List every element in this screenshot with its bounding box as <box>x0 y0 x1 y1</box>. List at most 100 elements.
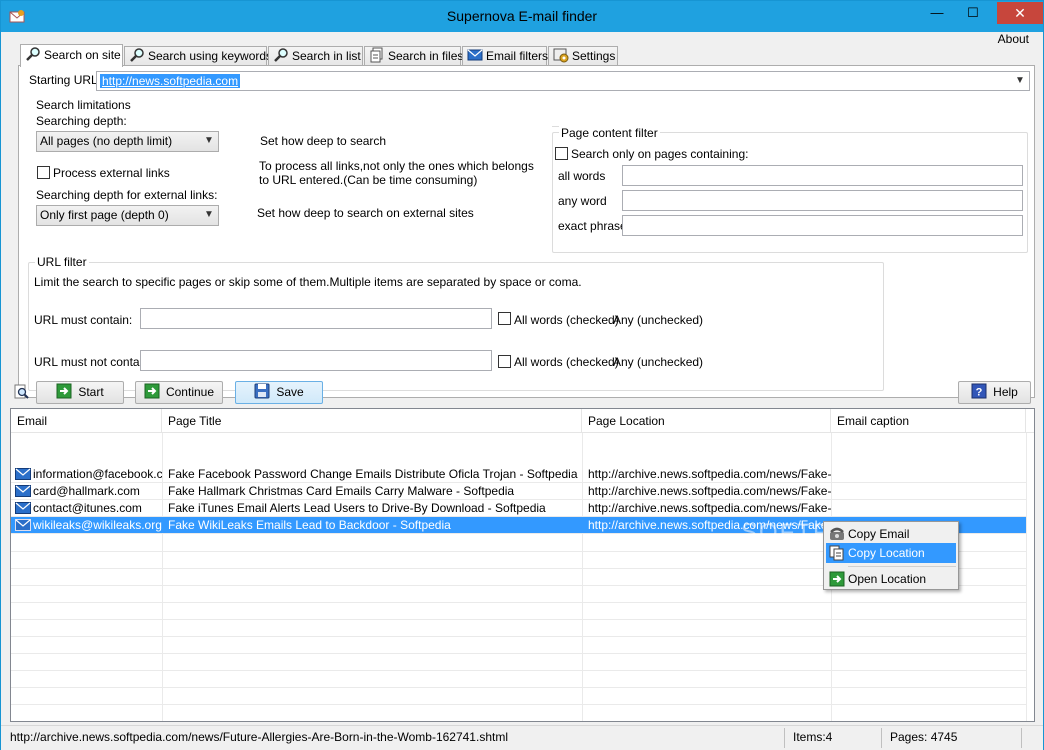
continue-label: Continue <box>165 385 215 399</box>
chevron-down-icon[interactable]: ▼ <box>203 206 215 224</box>
envelope-icon <box>467 49 483 61</box>
email-cell: card@hallmark.com <box>11 483 162 500</box>
tab-label: Search in list <box>292 49 361 63</box>
page-location-cell: http://archive.news.softpedia.com/news/F… <box>588 501 831 515</box>
tab-search-in-list[interactable]: Search in list <box>268 46 363 66</box>
email-value: information@facebook.c... <box>33 467 162 481</box>
title-bar[interactable]: Supernova E-mail finder — ☐ ✕ <box>1 1 1043 32</box>
url-must-not-contain-input[interactable] <box>140 350 492 371</box>
tab-label: Search using keywords <box>148 49 273 63</box>
envelope-icon <box>15 485 31 497</box>
status-url: http://archive.news.softpedia.com/news/F… <box>10 730 508 744</box>
minimize-button[interactable]: — <box>923 2 951 24</box>
context-menu-label: Copy Email <box>848 527 910 541</box>
starting-url-combo[interactable]: http://news.softpedia.com ▼ <box>96 71 1030 91</box>
email-cell: wikileaks@wikileaks.org <box>11 517 162 534</box>
email-value: card@hallmark.com <box>33 484 140 498</box>
email-caption-cell <box>833 466 1026 483</box>
url-must-not-contain-all-words-checkbox[interactable] <box>498 355 511 368</box>
context-menu-open-location[interactable]: Open Location <box>826 569 956 589</box>
close-button[interactable]: ✕ <box>997 2 1043 24</box>
external-depth-hint: Set how deep to search on external sites <box>257 206 474 220</box>
external-links-hint-line1: To process all links,not only the ones w… <box>259 159 534 173</box>
searching-depth-select[interactable]: All pages (no depth limit) ▼ <box>36 131 219 152</box>
any-word-input[interactable] <box>622 190 1023 211</box>
tab-label: Email filters <box>486 49 549 63</box>
tab-label: Search on site <box>44 48 121 62</box>
tab-label: Settings <box>572 49 616 63</box>
column-header-email-caption[interactable]: Email caption <box>831 409 1026 433</box>
copy-icon <box>829 545 844 561</box>
external-depth-label: Searching depth for external links: <box>36 188 218 202</box>
arrow-right-icon <box>56 383 72 399</box>
url-must-contain-input[interactable] <box>140 308 492 329</box>
chevron-down-icon[interactable]: ▼ <box>1014 72 1026 90</box>
arrow-right-icon <box>144 383 160 399</box>
email-cell: contact@itunes.com <box>11 500 162 517</box>
email-cell: information@facebook.c... <box>11 466 162 483</box>
grid-line <box>11 602 1026 603</box>
search-only-pages-label: Search only on pages containing: <box>571 147 749 161</box>
about-link[interactable]: About <box>998 32 1029 46</box>
save-label: Save <box>276 385 304 399</box>
url-must-not-contain-label: URL must not contain: <box>34 355 153 369</box>
external-depth-select[interactable]: Only first page (depth 0) ▼ <box>36 205 219 226</box>
table-row[interactable]: contact@itunes.com Fake iTunes Email Ale… <box>11 500 1026 517</box>
tab-settings[interactable]: Settings <box>548 46 618 66</box>
searching-depth-label: Searching depth: <box>36 114 127 128</box>
grid-line <box>11 653 1026 654</box>
email-caption-cell <box>833 500 1026 517</box>
context-menu-copy-email[interactable]: Copy Email <box>826 524 956 544</box>
starting-url-label: Starting URL: <box>29 73 102 87</box>
all-words-input[interactable] <box>622 165 1023 186</box>
save-button[interactable]: Save <box>235 381 323 404</box>
page-location-cell: http://archive.news.softpedia.com/news/F… <box>588 518 831 532</box>
context-menu-label: Open Location <box>848 572 927 586</box>
page-title-cell: Fake Hallmark Christmas Card Emails Carr… <box>168 484 515 498</box>
start-button[interactable]: Start <box>36 381 124 404</box>
search-limitations-title: Search limitations <box>36 98 131 112</box>
help-label: Help <box>993 385 1018 399</box>
group-border-segment <box>552 126 559 127</box>
grid-line <box>11 636 1026 637</box>
exact-phrase-input[interactable] <box>622 215 1023 236</box>
tab-label: Search in files <box>388 49 464 63</box>
continue-button[interactable]: Continue <box>135 381 223 404</box>
any-unchecked-label: Any (unchecked) <box>613 355 704 369</box>
grid-line <box>11 704 1026 705</box>
starting-url-value: http://news.softpedia.com <box>100 74 241 88</box>
page-content-filter-group: Page content filter Search only on pages… <box>552 126 1028 253</box>
envelope-icon <box>15 502 31 514</box>
all-words-checked-label: All words (checked) <box>514 355 619 369</box>
files-icon <box>370 47 383 63</box>
table-row[interactable]: information@facebook.c... Fake Facebook … <box>11 466 1026 483</box>
column-header-page-location[interactable]: Page Location <box>582 409 831 433</box>
chevron-down-icon[interactable]: ▼ <box>203 132 215 150</box>
context-menu-label: Copy Location <box>848 546 925 560</box>
envelope-icon <box>15 468 31 480</box>
search-only-pages-checkbox[interactable] <box>555 147 568 160</box>
envelope-icon <box>15 519 31 531</box>
url-must-contain-all-words-checkbox[interactable] <box>498 312 511 325</box>
magnifier-icon <box>26 47 40 61</box>
email-value: wikileaks@wikileaks.org <box>33 518 162 532</box>
external-depth-value: Only first page (depth 0) <box>40 208 169 222</box>
page-location-cell: http://archive.news.softpedia.com/news/F… <box>588 484 831 498</box>
column-header-email[interactable]: Email <box>11 409 162 433</box>
app-window: Supernova E-mail finder — ☐ ✕ About Sear… <box>0 0 1044 750</box>
column-header-page-title[interactable]: Page Title <box>162 409 582 433</box>
tab-email-filters[interactable]: Email filters <box>462 46 549 66</box>
process-external-links-checkbox[interactable] <box>37 166 50 179</box>
context-menu-separator <box>848 566 956 567</box>
window-title: Supernova E-mail finder <box>446 8 598 24</box>
status-divider <box>1021 728 1022 748</box>
maximize-button[interactable]: ☐ <box>959 2 987 24</box>
tab-search-on-site[interactable]: Search on site <box>20 44 123 67</box>
tab-search-in-files[interactable]: Search in files <box>364 46 464 66</box>
context-menu-copy-location[interactable]: Copy Location <box>826 543 956 563</box>
search-status-icon <box>14 384 29 399</box>
url-must-contain-label: URL must contain: <box>34 313 133 327</box>
help-button[interactable]: ? Help <box>958 381 1031 404</box>
table-row[interactable]: card@hallmark.com Fake Hallmark Christma… <box>11 483 1026 500</box>
tab-search-using-keywords[interactable]: Search using keywords <box>124 46 272 66</box>
